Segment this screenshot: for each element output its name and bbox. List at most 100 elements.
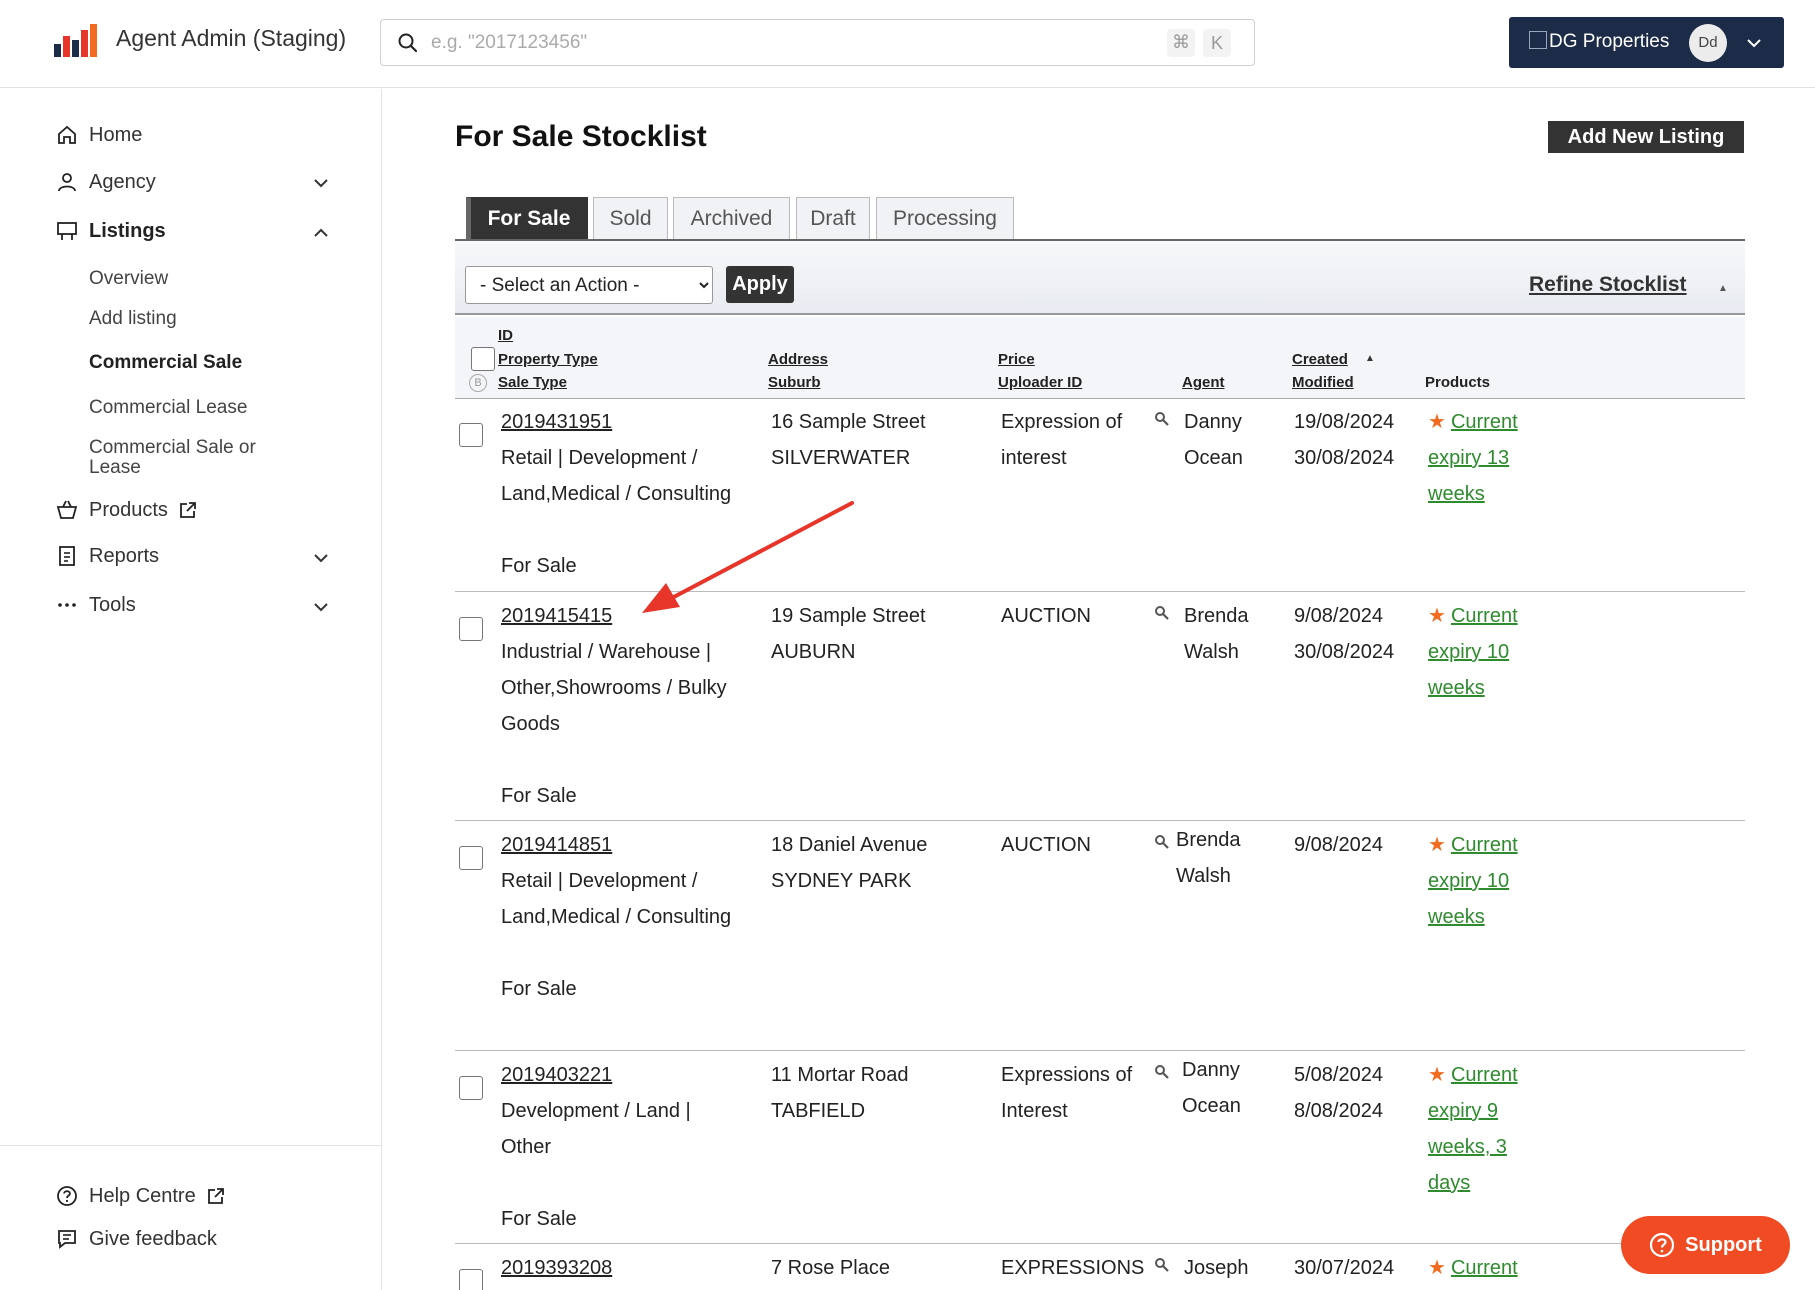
row-checkbox[interactable] (459, 846, 483, 870)
column-header-uploader-id[interactable]: Uploader ID (998, 374, 1082, 391)
tab-processing[interactable]: Processing (876, 197, 1014, 240)
sidebar-item-reports[interactable]: Reports (56, 541, 159, 571)
sidebar-item-label: Agency (89, 170, 156, 193)
listing-id-link[interactable]: 2019393208 (501, 1250, 612, 1286)
action-select[interactable]: - Select an Action - (465, 266, 713, 304)
sidebar-item-agency[interactable]: Agency (56, 167, 156, 197)
column-header-agent[interactable]: Agent (1182, 374, 1225, 391)
tab-archived[interactable]: Archived (673, 197, 790, 240)
chevron-down-icon[interactable] (311, 548, 331, 568)
chevron-up-icon[interactable] (311, 223, 331, 243)
sidebar-item-tools[interactable]: Tools (56, 590, 136, 620)
column-header-sale-type[interactable]: Sale Type (498, 374, 567, 391)
listing-id-link[interactable]: 2019403221 (501, 1057, 612, 1093)
product-link[interactable]: weeks, 3 (1428, 1136, 1507, 1158)
magnifier-icon[interactable] (1154, 605, 1170, 621)
account-switcher[interactable]: DG Properties Dd (1509, 17, 1784, 68)
magnifier-icon[interactable] (1154, 834, 1170, 850)
refine-stocklist-link[interactable]: Refine Stocklist (1529, 273, 1687, 297)
support-button[interactable]: Support (1621, 1216, 1790, 1274)
sidebar-item-listings[interactable]: Listings (56, 216, 166, 246)
created-date: 9/08/2024 (1294, 605, 1383, 627)
column-header-created[interactable]: Created (1292, 351, 1348, 368)
sale-type: For Sale (501, 1208, 577, 1230)
product-status[interactable]: ★ Current expiry 10 weeks (1428, 598, 1563, 706)
product-status[interactable]: ★ Current (1428, 1250, 1563, 1286)
search-icon (398, 33, 418, 53)
product-link[interactable]: days (1428, 1172, 1470, 1194)
sidebar-subitem-commercial-sale-or-lease[interactable]: Commercial Sale or Lease (89, 438, 256, 478)
magnifier-icon[interactable] (1154, 411, 1170, 427)
product-status[interactable]: ★ Current expiry 9 weeks, 3 days (1428, 1057, 1563, 1201)
listing-id[interactable]: 2019431951 (501, 411, 612, 433)
chevron-down-icon[interactable] (311, 597, 331, 617)
magnifier-icon[interactable] (1154, 1064, 1170, 1080)
product-link[interactable]: expiry 10 (1428, 870, 1509, 892)
product-status[interactable]: ★ Current expiry 10 weeks (1428, 827, 1563, 935)
sidebar-item-label: Give feedback (89, 1227, 217, 1250)
apply-button[interactable]: Apply (726, 266, 794, 303)
listing-id-link[interactable]: 2019431951 (501, 404, 612, 440)
product-link[interactable]: expiry 9 (1428, 1100, 1498, 1122)
sidebar-subitem-commercial-lease[interactable]: Commercial Lease (89, 398, 247, 418)
column-header-suburb[interactable]: Suburb (768, 374, 821, 391)
select-all-checkbox[interactable] (471, 347, 495, 371)
product-link[interactable]: weeks (1428, 677, 1485, 699)
sidebar-item-give-feedback[interactable]: Give feedback (56, 1224, 217, 1254)
modified-date: 30/08/2024 (1294, 641, 1395, 663)
tab-draft[interactable]: Draft (796, 197, 870, 240)
row-checkbox[interactable] (459, 1076, 483, 1100)
sidebar-item-label: Home (89, 123, 143, 146)
product-link[interactable]: weeks (1428, 483, 1485, 505)
chevron-down-icon (1747, 39, 1761, 48)
sidebar-subitem-add-listing[interactable]: Add listing (89, 309, 177, 329)
star-icon: ★ (1428, 605, 1446, 627)
table-row: 2019393208 7 Rose Place EXPRESSIONS Jose… (455, 1245, 1745, 1290)
basket-icon (56, 500, 78, 519)
help-circle-icon (57, 1186, 77, 1206)
column-header-id[interactable]: ID (498, 327, 513, 344)
chevron-down-icon[interactable] (311, 173, 331, 193)
created-date: 19/08/2024 (1294, 411, 1395, 433)
column-header-property-type[interactable]: Property Type (498, 351, 598, 368)
global-search[interactable]: ⌘ K (380, 19, 1255, 66)
sidebar-item-home[interactable]: Home (56, 120, 142, 150)
column-header-price[interactable]: Price (998, 351, 1035, 368)
listing-id-link[interactable]: 2019414851 (501, 827, 612, 863)
star-icon: ★ (1428, 1257, 1446, 1279)
product-status[interactable]: ★ Current expiry 13 weeks (1428, 404, 1563, 512)
listing-id-link[interactable]: 2019415415 (501, 598, 612, 634)
created-date: 9/08/2024 (1294, 834, 1383, 856)
magnifier-icon[interactable] (1154, 1257, 1170, 1273)
product-link[interactable]: Current (1451, 834, 1518, 856)
search-input[interactable] (431, 28, 1131, 58)
row-checkbox[interactable] (459, 423, 483, 447)
agent-line: Walsh (1176, 865, 1231, 887)
product-link[interactable]: expiry 13 (1428, 447, 1509, 469)
product-link[interactable]: expiry 10 (1428, 641, 1509, 663)
sidebar-item-help-centre[interactable]: Help Centre (56, 1181, 226, 1211)
product-link[interactable]: Current (1451, 1257, 1518, 1279)
listing-id[interactable]: 2019414851 (501, 834, 612, 856)
product-link[interactable]: Current (1451, 411, 1518, 433)
product-link[interactable]: Current (1451, 1064, 1518, 1086)
column-header-address[interactable]: Address (768, 351, 828, 368)
sidebar-subitem-commercial-sale[interactable]: Commercial Sale (89, 353, 242, 373)
tab-for-sale[interactable]: For Sale (466, 197, 588, 240)
add-new-listing-button[interactable]: Add New Listing (1548, 121, 1744, 153)
listing-id[interactable]: 2019393208 (501, 1257, 612, 1279)
sidebar-item-products[interactable]: Products (56, 495, 198, 525)
listing-id[interactable]: 2019403221 (501, 1064, 612, 1086)
sidebar-item-label: Help Centre (89, 1184, 196, 1207)
sidebar-subitem-overview[interactable]: Overview (89, 269, 168, 289)
report-icon (59, 546, 75, 566)
product-link[interactable]: Current (1451, 605, 1518, 627)
tab-sold[interactable]: Sold (593, 197, 668, 240)
property-type-line: Other (501, 1136, 552, 1158)
row-checkbox[interactable] (459, 1269, 483, 1290)
agent-line: Walsh (1184, 641, 1239, 663)
row-checkbox[interactable] (459, 617, 483, 641)
column-header-modified[interactable]: Modified (1292, 374, 1354, 391)
listing-id[interactable]: 2019415415 (501, 605, 612, 627)
product-link[interactable]: weeks (1428, 906, 1485, 928)
